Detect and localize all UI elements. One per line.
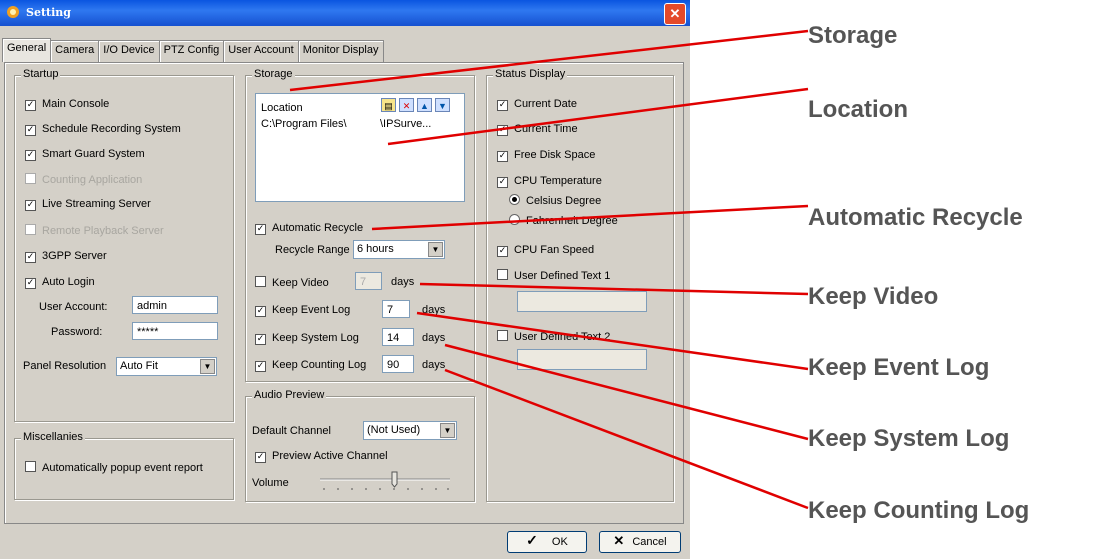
location-callout-line <box>387 87 809 146</box>
automatic-recycle-callout-line <box>371 204 809 231</box>
keep-event-log-callout-line <box>416 311 809 371</box>
keep-counting-log-callout-line <box>444 368 809 510</box>
automatic-recycle-callout: Automatic Recycle <box>808 204 1023 231</box>
storage-callout-line <box>289 29 809 92</box>
keep-video-callout-line <box>419 282 809 296</box>
keep-event-log-callout: Keep Event Log <box>808 354 990 381</box>
location-callout: Location <box>808 96 908 123</box>
callout-lines <box>289 29 809 510</box>
storage-callout: Storage <box>808 22 898 49</box>
keep-system-log-callout: Keep System Log <box>808 425 1010 452</box>
keep-video-callout: Keep Video <box>808 283 939 310</box>
keep-counting-log-callout: Keep Counting Log <box>808 497 1030 524</box>
